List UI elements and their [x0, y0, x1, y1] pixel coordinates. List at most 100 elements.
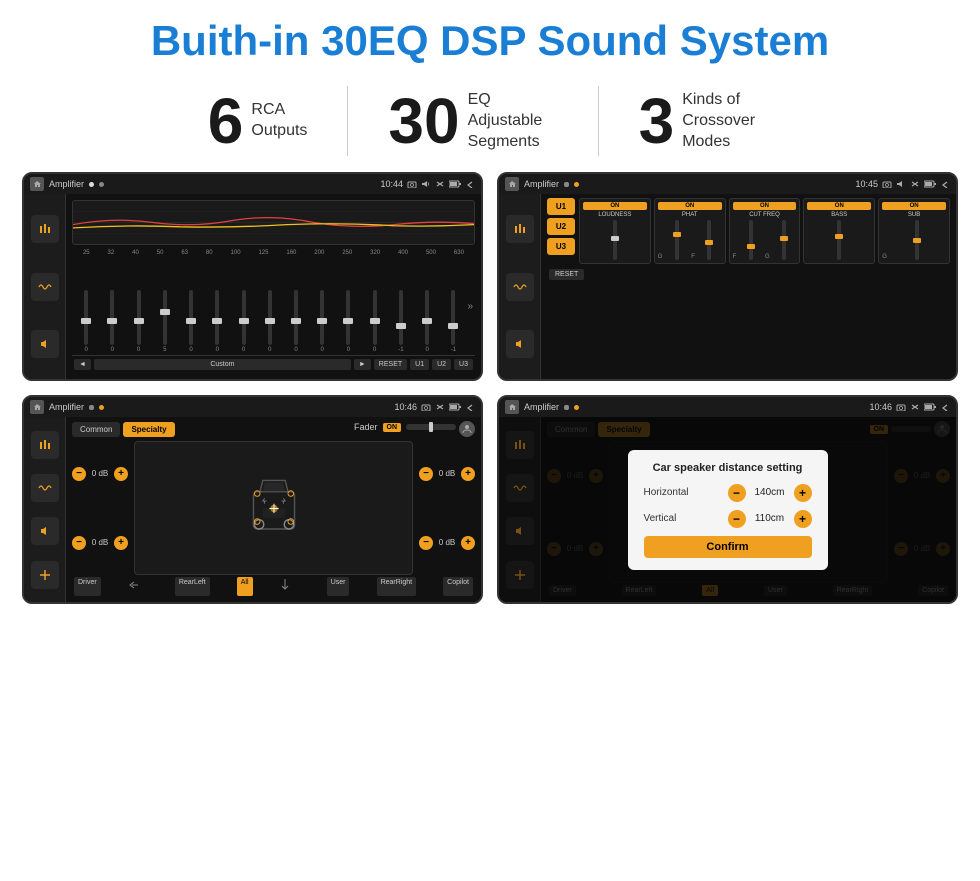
eq-track-13[interactable]: [425, 290, 429, 345]
loudness-slider[interactable]: [613, 220, 617, 260]
expand-icon[interactable]: »: [468, 301, 474, 312]
cutfreq-slider-f[interactable]: [749, 220, 753, 260]
bass-slider[interactable]: [837, 220, 841, 260]
user-avatar-icon[interactable]: [459, 421, 475, 437]
cutfreq-slider-g[interactable]: [782, 220, 786, 260]
plus-right-top[interactable]: +: [461, 467, 475, 481]
rear-left-btn[interactable]: RearLeft: [175, 577, 210, 596]
plus-left-bottom[interactable]: +: [114, 536, 128, 550]
dialog-time: 10:46: [869, 402, 892, 412]
dialog-status-bar: Amplifier 10:46: [499, 397, 956, 417]
fader-on-button[interactable]: ON: [383, 423, 402, 432]
eq-sidebar-btn-1[interactable]: [31, 215, 59, 243]
tab-common[interactable]: Common: [72, 422, 120, 437]
eq-track-2[interactable]: [137, 290, 141, 345]
eq-track-12[interactable]: [399, 290, 403, 345]
eq-track-0[interactable]: [84, 290, 88, 345]
eq-sidebar-btn-3[interactable]: [31, 330, 59, 358]
horizontal-plus-btn[interactable]: +: [794, 484, 812, 502]
freq-32: 32: [108, 250, 115, 256]
stat-eq-number: 30: [388, 89, 459, 153]
eq-track-11[interactable]: [373, 290, 377, 345]
vertical-minus-btn[interactable]: −: [728, 510, 746, 528]
eq-track-6[interactable]: [242, 290, 246, 345]
u-buttons: U1 U2 U3: [547, 198, 575, 264]
screen-dialog: Amplifier 10:46: [497, 395, 958, 604]
phat-slider-f[interactable]: [707, 220, 711, 260]
eq-track-1[interactable]: [110, 290, 114, 345]
loudness-on-btn[interactable]: ON: [583, 202, 647, 210]
eq-u3-btn[interactable]: U3: [454, 359, 473, 370]
user-btn[interactable]: User: [327, 577, 350, 596]
eq-track-9[interactable]: [320, 290, 324, 345]
module-sub: ON SUB G: [878, 198, 950, 264]
eq-slider-12: -1: [389, 290, 413, 353]
eq-track-8[interactable]: [294, 290, 298, 345]
u1-button[interactable]: U1: [547, 198, 575, 215]
all-btn[interactable]: All: [237, 577, 253, 596]
fader-horizontal-slider: [406, 424, 456, 430]
crossover-sidebar-btn-2[interactable]: [506, 273, 534, 301]
cutfreq-on-btn[interactable]: ON: [733, 202, 797, 210]
rear-right-btn[interactable]: RearRight: [377, 577, 417, 596]
plus-left-top[interactable]: +: [114, 467, 128, 481]
fader-sidebar-btn-1[interactable]: [31, 431, 59, 459]
dot-sq: [564, 182, 569, 187]
phat-label: PHAT: [658, 212, 722, 218]
eq-reset-btn[interactable]: RESET: [374, 359, 407, 370]
eq-track-4[interactable]: [189, 290, 193, 345]
plus-right-bottom[interactable]: +: [461, 536, 475, 550]
eq-curve-display: [72, 200, 475, 245]
battery-icon: [449, 180, 461, 188]
eq-track-14[interactable]: [451, 290, 455, 345]
fader-sidebar-btn-4[interactable]: [31, 561, 59, 589]
minus-right-top[interactable]: −: [419, 467, 433, 481]
confirm-button[interactable]: Confirm: [644, 536, 812, 558]
fader-tabs-row: Common Specialty Fader ON: [72, 421, 475, 437]
eq-slider-7: 0: [258, 290, 282, 353]
eq-slider-13: 0: [415, 290, 439, 353]
eq-slider-10: 0: [336, 290, 360, 353]
dialog-box: Car speaker distance setting Horizontal …: [628, 450, 828, 570]
eq-play-btn[interactable]: ►: [354, 359, 371, 370]
minus-left-top[interactable]: −: [72, 467, 86, 481]
sub-on-btn[interactable]: ON: [882, 202, 946, 210]
minus-right-bottom[interactable]: −: [419, 536, 433, 550]
crossover-reset-btn[interactable]: RESET: [549, 269, 584, 280]
tab-specialty[interactable]: Specialty: [123, 422, 174, 437]
home-icon[interactable]: [30, 177, 44, 191]
home-icon-3[interactable]: [30, 400, 44, 414]
horizontal-minus-btn[interactable]: −: [728, 484, 746, 502]
home-icon-2[interactable]: [505, 177, 519, 191]
bass-on-btn[interactable]: ON: [807, 202, 871, 210]
minus-left-bottom[interactable]: −: [72, 536, 86, 550]
eq-track-7[interactable]: [268, 290, 272, 345]
home-icon-4[interactable]: [505, 400, 519, 414]
screens-grid: Amplifier 10:44: [0, 172, 980, 604]
fader-sidebar-btn-3[interactable]: [31, 517, 59, 545]
eq-u2-btn[interactable]: U2: [432, 359, 451, 370]
vertical-plus-btn[interactable]: +: [794, 510, 812, 528]
freq-125: 125: [258, 250, 268, 256]
crossover-sidebar-btn-1[interactable]: [506, 215, 534, 243]
phat-on-btn[interactable]: ON: [658, 202, 722, 210]
copilot-btn[interactable]: Copilot: [443, 577, 473, 596]
driver-btn[interactable]: Driver: [74, 577, 101, 596]
eq-track-5[interactable]: [215, 290, 219, 345]
u2-button[interactable]: U2: [547, 218, 575, 235]
eq-track-10[interactable]: [346, 290, 350, 345]
crossover-sidebar-btn-3[interactable]: [506, 330, 534, 358]
back-icon: [465, 180, 475, 188]
phat-slider-g[interactable]: [675, 220, 679, 260]
crossover-time: 10:45: [855, 179, 878, 189]
u3-button[interactable]: U3: [547, 238, 575, 255]
eq-u1-btn[interactable]: U1: [410, 359, 429, 370]
fader-sidebar-btn-2[interactable]: [31, 474, 59, 502]
fader-left-sidebar: [24, 417, 66, 602]
db-control-right-bottom: − 0 dB +: [419, 536, 475, 550]
eq-track-3[interactable]: [163, 290, 167, 345]
eq-sidebar-btn-2[interactable]: [31, 273, 59, 301]
sub-slider[interactable]: [915, 220, 919, 260]
eq-sliders-row: 0 0 0 5 0: [72, 257, 475, 355]
eq-prev-btn[interactable]: ◄: [74, 359, 91, 370]
